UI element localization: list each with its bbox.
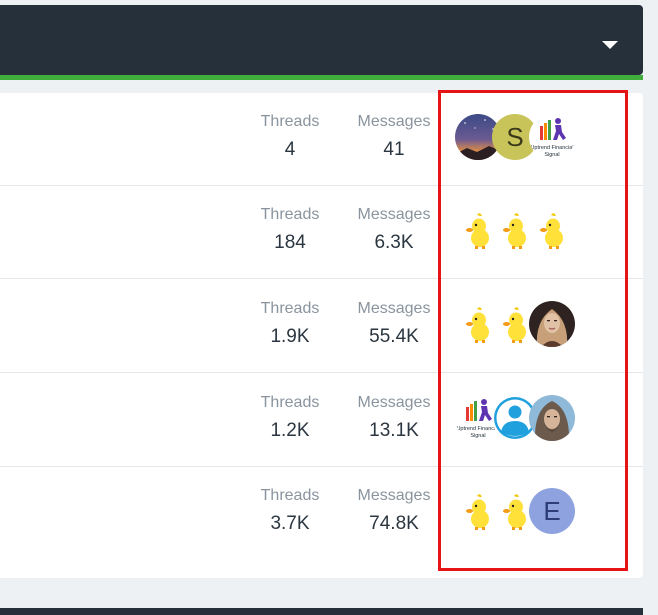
messages-stat: Messages 6.3K (349, 206, 439, 254)
recent-posters: Uptrend Financial Signal (455, 395, 580, 445)
threads-stat: Threads 184 (245, 206, 335, 254)
uptrend-financial-signal-avatar[interactable]: Uptrend Financial Signal (529, 114, 575, 160)
messages-count: 55.4K (369, 326, 419, 347)
duck-avatar-icon[interactable] (529, 207, 575, 253)
messages-count: 41 (383, 139, 405, 160)
messages-count: 74.8K (369, 513, 419, 534)
threads-label: Threads (260, 206, 320, 223)
recent-posters (455, 207, 580, 257)
threads-label: Threads (260, 394, 320, 411)
threads-label: Threads (260, 113, 320, 130)
messages-label: Messages (357, 487, 431, 504)
forum-row[interactable]: Threads 1.2K Messages 13.1K Uptrend Fina… (0, 374, 643, 467)
threads-stat: Threads 4 (245, 113, 335, 161)
threads-stat: Threads 1.2K (245, 394, 335, 442)
messages-stat: Messages 74.8K (349, 487, 439, 535)
messages-label: Messages (357, 394, 431, 411)
header-accent-bar (0, 75, 643, 80)
forum-category-header (0, 5, 643, 75)
threads-count: 3.7K (270, 513, 310, 534)
forum-row[interactable]: Threads 1.9K Messages 55.4K (0, 280, 643, 373)
threads-stat: Threads 3.7K (245, 487, 335, 535)
next-category-header (0, 608, 643, 615)
messages-label: Messages (357, 113, 431, 130)
forum-row[interactable]: Threads 184 Messages 6.3K (0, 186, 643, 279)
svg-text:Uptrend Financial: Uptrend Financial (530, 145, 573, 151)
threads-count: 184 (274, 232, 306, 253)
threads-count: 1.9K (270, 326, 310, 347)
messages-label: Messages (357, 300, 431, 317)
recent-posters: S Uptrend Financial Signal (455, 114, 580, 164)
messages-stat: Messages 41 (349, 113, 439, 161)
messages-label: Messages (357, 206, 431, 223)
threads-count: 4 (284, 139, 296, 160)
forum-row[interactable]: Threads 4 Messages 41 S Uptrend Financial… (0, 93, 643, 186)
threads-stat: Threads 1.9K (245, 300, 335, 348)
forum-list-panel: Threads 4 Messages 41 S Uptrend Financial… (0, 93, 643, 578)
recent-posters: E (455, 488, 580, 538)
hooded-figure-avatar[interactable] (529, 395, 575, 441)
messages-count: 13.1K (369, 420, 419, 441)
woman-portrait-avatar[interactable] (529, 301, 575, 347)
caret-down-icon[interactable] (602, 41, 618, 49)
threads-label: Threads (260, 487, 320, 504)
threads-label: Threads (260, 300, 320, 317)
forum-row[interactable]: Threads 3.7K Messages 74.8K E (0, 467, 643, 560)
recent-posters (455, 301, 580, 351)
svg-text:Signal: Signal (544, 152, 559, 158)
messages-stat: Messages 55.4K (349, 300, 439, 348)
letter-avatar[interactable]: E (529, 488, 575, 534)
messages-count: 6.3K (374, 232, 414, 253)
svg-text:Signal: Signal (470, 433, 485, 439)
threads-count: 1.2K (270, 420, 310, 441)
messages-stat: Messages 13.1K (349, 394, 439, 442)
